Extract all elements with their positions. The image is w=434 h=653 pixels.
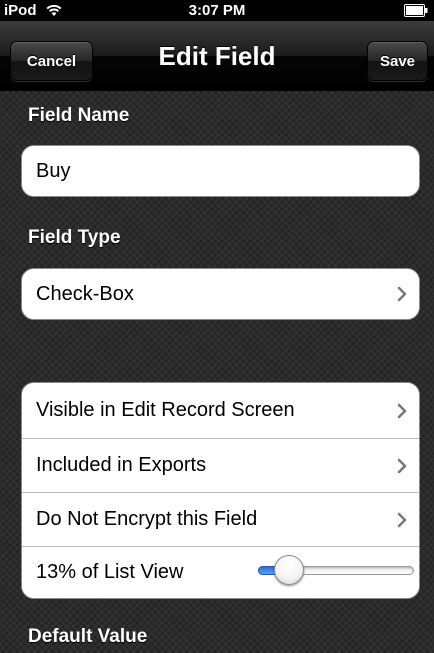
list-view-width-label: 13% of List View [36, 561, 184, 583]
field-type-header: Field Type [28, 227, 121, 248]
included-in-exports-row[interactable]: Included in Exports [22, 438, 419, 492]
field-options-group: Visible in Edit Record Screen Included i… [21, 382, 420, 599]
field-type-value: Check-Box [36, 282, 134, 305]
battery-icon [404, 4, 428, 17]
do-not-encrypt-label: Do Not Encrypt this Field [36, 508, 258, 530]
slider-thumb[interactable] [274, 555, 305, 585]
field-name-group: Buy [21, 145, 420, 197]
field-name-input[interactable]: Buy [22, 146, 419, 196]
field-type-row[interactable]: Check-Box [22, 269, 419, 319]
included-in-exports-label: Included in Exports [36, 454, 207, 476]
chevron-right-icon [397, 458, 407, 473]
field-name-header: Field Name [28, 105, 130, 126]
status-time: 3:07 PM [188, 2, 246, 19]
field-type-group: Check-Box [21, 268, 420, 320]
cancel-button[interactable]: Cancel [10, 41, 93, 81]
chevron-right-icon [397, 286, 407, 302]
list-view-width-slider[interactable] [258, 555, 414, 585]
page-title: Edit Field [158, 41, 276, 71]
list-view-width-row: 13% of List View [22, 546, 419, 598]
field-name-value: Buy [36, 159, 71, 182]
edit-field-screen: iPod 3:07 PM Cancel Edit Field Save Fiel… [0, 0, 434, 653]
default-value-header: Default Value [28, 626, 148, 647]
save-button[interactable]: Save [367, 41, 428, 81]
navigation-bar: Cancel Edit Field Save [0, 21, 434, 91]
visible-in-edit-record-row[interactable]: Visible in Edit Record Screen [22, 383, 419, 438]
chevron-right-icon [397, 512, 407, 527]
do-not-encrypt-row[interactable]: Do Not Encrypt this Field [22, 492, 419, 546]
status-bar: iPod 3:07 PM [0, 0, 434, 21]
visible-in-edit-record-label: Visible in Edit Record Screen [36, 399, 295, 421]
chevron-right-icon [397, 403, 407, 418]
